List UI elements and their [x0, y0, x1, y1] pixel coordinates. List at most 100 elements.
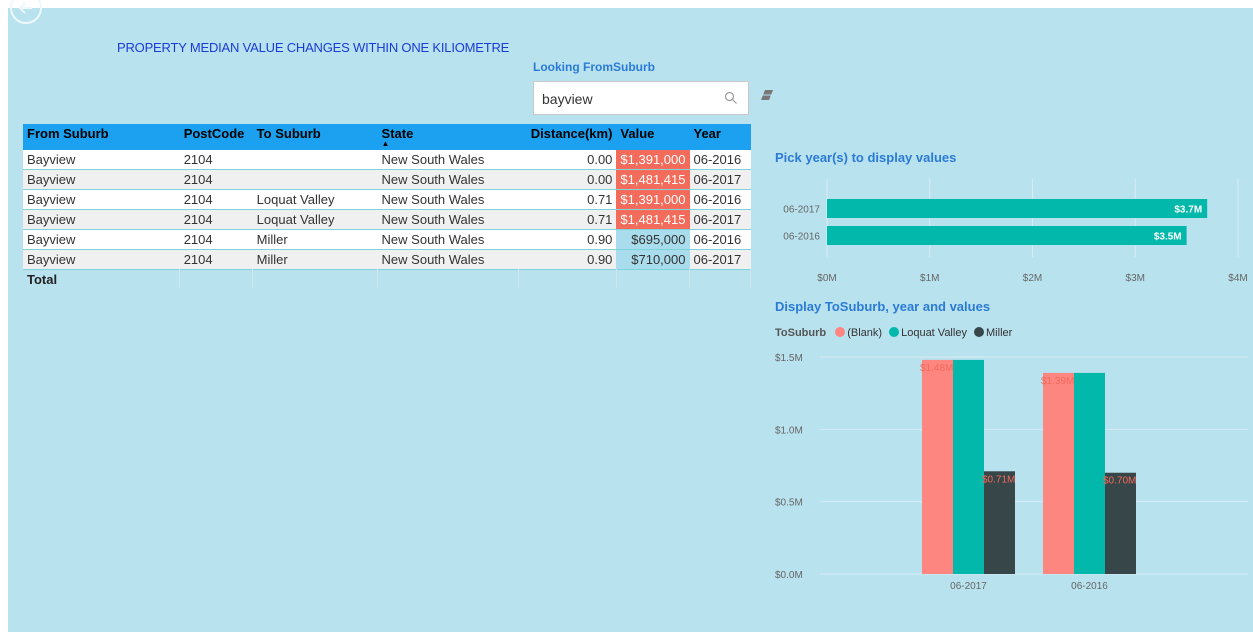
legend-item-blank[interactable]: (Blank): [835, 327, 882, 339]
column-data-label: $1.48M: [920, 363, 953, 374]
page-title: PROPERTY MEDIAN VALUE CHANGES WITHIN ONE…: [117, 40, 510, 55]
cell-value: $1,481,415: [616, 169, 690, 190]
bar-data-label: $3.7M: [1174, 205, 1202, 216]
column-header-year[interactable]: Year: [689, 124, 751, 150]
bar-06-2017-series-2[interactable]: [984, 471, 1015, 574]
cell-from-suburb: Bayview: [23, 209, 180, 230]
eraser-icon[interactable]: [760, 89, 774, 101]
year-chart-title: Pick year(s) to display values: [775, 150, 957, 165]
cell-postcode: 2104: [179, 209, 253, 230]
table-row[interactable]: Bayview 2104 New South Wales 0.00 $1,481,415…: [23, 169, 751, 190]
suburb-values-column-chart: $0.0M $0.5M $1.0M $1.5M 06-2017 06-2016 $1.48M…: [775, 353, 1248, 592]
cell-state: New South Wales: [377, 189, 519, 210]
total-label: Total: [23, 269, 181, 289]
bar-data-label: $3.5M: [1154, 232, 1182, 243]
x-tick-label: $1M: [920, 273, 939, 284]
cell-distance: 0.90: [518, 229, 617, 250]
table-total-row: Total: [23, 269, 751, 289]
column-header-to-suburb[interactable]: To Suburb: [252, 124, 378, 150]
cell-distance: 0.71: [518, 189, 617, 210]
column-header-from-suburb[interactable]: From Suburb: [23, 124, 180, 150]
cell-distance: 0.90: [518, 249, 617, 270]
cell-postcode: 2104: [179, 169, 253, 190]
x-tick-label: $3M: [1126, 273, 1145, 284]
legend-label-blank: (Blank): [847, 327, 883, 339]
column-data-label: $0.70M: [1103, 476, 1136, 487]
cell-year: 06-2016: [689, 229, 751, 250]
search-icon[interactable]: [724, 91, 738, 105]
cell-state: New South Wales: [377, 249, 519, 270]
cell-distance: 0.71: [518, 209, 617, 230]
legend-dot-icon: [835, 327, 846, 337]
column-header-distance[interactable]: Distance(km): [518, 124, 617, 150]
cell-postcode: 2104: [179, 150, 253, 170]
cell-to-suburb: Loquat Valley: [252, 189, 378, 210]
x-tick-label: $4M: [1228, 273, 1247, 284]
sort-ascending-icon: ▲: [381, 139, 390, 148]
cell-state: New South Wales: [377, 169, 519, 190]
cell-from-suburb: Bayview: [23, 229, 180, 250]
total-cell: [689, 269, 751, 289]
cell-postcode: 2104: [179, 249, 253, 270]
x-category-label: 06-2016: [1071, 581, 1108, 592]
total-cell: [616, 269, 691, 289]
table-row[interactable]: Bayview 2104 Miller New South Wales 0.90 $710…: [23, 249, 751, 270]
cell-to-suburb: Loquat Valley: [252, 209, 378, 230]
legend-item-miller[interactable]: Miller: [974, 327, 1012, 339]
table-row[interactable]: Bayview 2104 Miller New South Wales 0.90 $695…: [23, 229, 751, 250]
cell-year: 06-2016: [689, 189, 751, 210]
cell-value: $1,391,000: [616, 150, 690, 170]
x-category-label: 06-2017: [950, 581, 987, 592]
total-cell: [252, 269, 379, 289]
cell-state: New South Wales: [377, 209, 519, 230]
table-row[interactable]: Bayview 2104 New South Wales 0.00 $1,391,000…: [23, 150, 751, 170]
cell-to-suburb: Miller: [252, 229, 378, 250]
cell-to-suburb: [252, 169, 378, 190]
bar-06-2016-series-2[interactable]: [1105, 472, 1136, 574]
legend-dot-icon: [974, 327, 985, 337]
table-row[interactable]: Bayview 2104 Loquat Valley New South Wales 0…: [23, 189, 751, 210]
legend-dot-icon: [889, 327, 900, 337]
cell-distance: 0.00: [518, 169, 617, 190]
cell-from-suburb: Bayview: [23, 249, 180, 270]
cell-value: $695,000: [616, 229, 690, 250]
total-cell: [518, 269, 617, 289]
cell-postcode: 2104: [179, 229, 253, 250]
arrow-left-icon: [18, 2, 32, 14]
cell-year: 06-2017: [689, 249, 751, 270]
suburb-search-box[interactable]: [533, 81, 749, 115]
suburb-chart-title: Display ToSuburb, year and values: [775, 299, 991, 314]
total-cell: [377, 269, 519, 289]
column-header-postcode[interactable]: PostCode: [179, 124, 253, 150]
suburb-search-input[interactable]: [542, 91, 712, 107]
column-header-state[interactable]: State ▲: [377, 124, 519, 150]
cell-to-suburb: [252, 150, 378, 170]
chart-legend: ToSuburb (Blank) Loquat Valley Miller: [775, 327, 1016, 339]
bar-06-2017-series-1[interactable]: [953, 359, 984, 574]
x-tick-label: $2M: [1023, 273, 1042, 284]
y-tick-label: $0.5M: [775, 498, 803, 509]
legend-item-loquat-valley[interactable]: Loquat Valley: [889, 327, 967, 339]
legend-label-loquat-valley: Loquat Valley: [901, 327, 967, 339]
cell-value: $1,391,000: [616, 189, 690, 210]
y-category-label: 06-2016: [783, 232, 820, 243]
cell-state: New South Wales: [377, 150, 519, 170]
table-header-row: From Suburb PostCode To Suburb State ▲ Di…: [23, 124, 751, 150]
cell-year: 06-2016: [689, 150, 751, 170]
x-tick-label: $0M: [817, 273, 836, 284]
column-header-value[interactable]: Value: [616, 124, 690, 150]
cell-value: $710,000: [616, 249, 690, 270]
bar-06-2017-series-0[interactable]: [922, 359, 953, 574]
bar-06-2017[interactable]: [827, 199, 1208, 218]
cell-distance: 0.00: [518, 150, 617, 170]
column-data-label: $1.39M: [1041, 376, 1074, 387]
cell-from-suburb: Bayview: [23, 169, 180, 190]
bar-06-2016-series-0[interactable]: [1043, 372, 1074, 574]
cell-year: 06-2017: [689, 209, 751, 230]
bar-06-2016-series-1[interactable]: [1074, 372, 1105, 574]
year-values-bar-chart: $0M $1M $2M $3M $4M 06-2017 $3.7M 06-2016 $3.5M: [783, 179, 1248, 284]
table-row[interactable]: Bayview 2104 Loquat Valley New South Wales 0…: [23, 209, 751, 230]
bar-06-2016[interactable]: [827, 226, 1187, 245]
total-cell: [179, 269, 254, 289]
cell-state: New South Wales: [377, 229, 519, 250]
